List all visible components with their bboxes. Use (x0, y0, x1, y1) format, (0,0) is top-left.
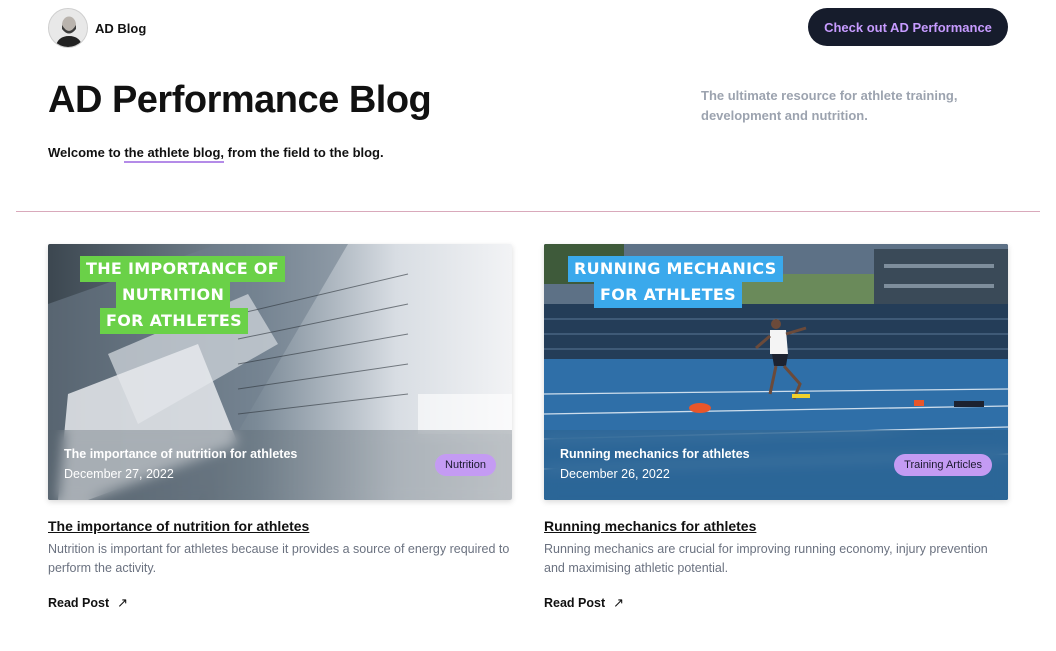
welcome-text: Welcome to the athlete blog, from the fi… (48, 145, 384, 163)
arrow-up-right-icon: ↗ (117, 595, 129, 610)
image-title-nutrition: THE IMPORTANCE OF NUTRITION FOR ATHLETES (72, 256, 285, 334)
read-post-label: Read Post (48, 596, 110, 610)
athlete-blog-link[interactable]: the athlete blog, (124, 145, 225, 163)
post-image-nutrition[interactable]: THE IMPORTANCE OF NUTRITION FOR ATHLETES… (48, 244, 512, 500)
brand-name: AD Blog (95, 20, 147, 36)
category-badge[interactable]: Nutrition (435, 454, 496, 476)
check-out-ad-performance-button[interactable]: Check out AD Performance (808, 8, 1008, 46)
welcome-suffix: from the field to the blog. (224, 145, 384, 160)
post-description: Running mechanics are crucial for improv… (544, 542, 988, 575)
post-card-nutrition: THE IMPORTANCE OF NUTRITION FOR ATHLETES… (48, 244, 512, 610)
overlay-post-title: Running mechanics for athletes (560, 447, 750, 461)
post-date: December 26, 2022 (560, 467, 670, 481)
welcome-prefix: Welcome to (48, 145, 125, 160)
avatar (48, 8, 88, 48)
image-title-line: NUTRITION (116, 282, 231, 308)
post-image-running[interactable]: RUNNING MECHANICS FOR ATHLETES Running m… (544, 244, 1008, 500)
divider (16, 211, 1040, 212)
image-title-line: FOR ATHLETES (100, 308, 248, 334)
image-title-line: RUNNING MECHANICS (568, 256, 783, 282)
post-card-running: RUNNING MECHANICS FOR ATHLETES Running m… (544, 244, 1008, 610)
image-title-line: FOR ATHLETES (594, 282, 742, 308)
overlay-post-title: The importance of nutrition for athletes (64, 447, 298, 461)
read-post-label: Read Post (544, 596, 606, 610)
image-title-running: RUNNING MECHANICS FOR ATHLETES (568, 256, 783, 308)
image-title-line: THE IMPORTANCE OF (80, 256, 285, 282)
site-header: AD Blog Check out AD Performance (48, 8, 1008, 48)
read-post-link[interactable]: Read Post ↗ (544, 595, 624, 611)
arrow-up-right-icon: ↗ (613, 595, 625, 610)
page-title: AD Performance Blog (48, 79, 432, 121)
post-date: December 27, 2022 (64, 467, 174, 481)
category-badge[interactable]: Training Articles (894, 454, 992, 476)
post-description: Nutrition is important for athletes beca… (48, 542, 510, 575)
post-title-link[interactable]: Running mechanics for athletes (544, 518, 756, 534)
brand-link[interactable]: AD Blog (48, 8, 146, 48)
read-post-link[interactable]: Read Post ↗ (48, 595, 128, 611)
image-info-bar: The importance of nutrition for athletes… (48, 430, 512, 500)
post-title-link[interactable]: The importance of nutrition for athletes (48, 518, 309, 534)
tagline: The ultimate resource for athlete traini… (701, 88, 958, 123)
image-info-bar: Running mechanics for athletes December … (544, 430, 1008, 500)
